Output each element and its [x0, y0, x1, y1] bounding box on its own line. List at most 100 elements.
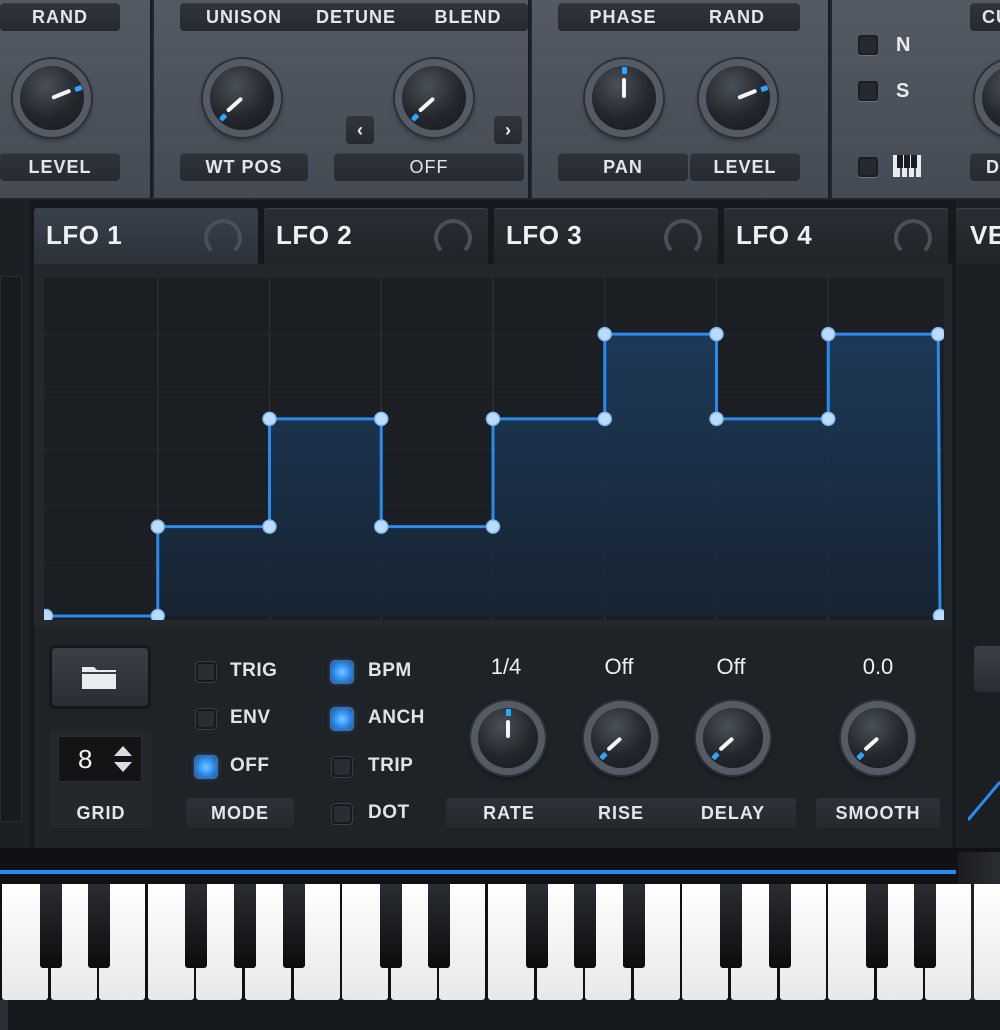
rise-knob[interactable] — [591, 708, 651, 768]
lfo-point[interactable] — [262, 519, 277, 534]
black-key[interactable] — [234, 884, 256, 968]
left-edge-panel — [0, 200, 30, 1030]
lfo-point[interactable] — [150, 608, 165, 624]
piano-keys-icon — [892, 154, 922, 178]
black-key[interactable] — [720, 884, 742, 968]
tab-lfo-2[interactable]: LFO 2 — [264, 208, 488, 264]
dot-checkbox[interactable] — [332, 804, 352, 824]
black-key[interactable] — [282, 884, 305, 968]
osc-phase-panel: PHASE RAND PAN LEVEL — [532, 0, 830, 198]
dot-label: DOT — [368, 802, 410, 823]
black-key[interactable] — [525, 884, 548, 968]
rise-value: Off — [604, 654, 634, 679]
lfo-point[interactable] — [262, 411, 277, 427]
smooth-label: SMOOTH — [816, 798, 940, 828]
env-label: ENV — [230, 707, 271, 728]
white-key[interactable] — [974, 884, 1000, 1000]
d-label: D — [970, 153, 1000, 181]
rise-label: RISE — [597, 803, 644, 823]
mode-label: MODE — [186, 798, 294, 828]
right-knob[interactable] — [982, 66, 1000, 130]
tab-lfo-3[interactable]: LFO 3 — [494, 208, 718, 264]
level-knob[interactable] — [20, 66, 84, 130]
black-key[interactable] — [428, 884, 451, 968]
pan-label: PAN — [558, 153, 688, 181]
cu-label: CU — [970, 3, 1000, 31]
trig-label: TRIG — [230, 660, 278, 681]
wt-pos-label: WT POS — [180, 153, 308, 181]
tab-lfo-1[interactable]: LFO 1 — [34, 208, 258, 264]
trip-checkbox[interactable] — [332, 757, 352, 777]
lfo-point[interactable] — [374, 411, 389, 427]
lfo-graph[interactable] — [38, 278, 948, 624]
trig-checkbox[interactable] — [196, 662, 216, 682]
black-key[interactable] — [39, 884, 62, 968]
lfo-4-activity-icon — [894, 219, 932, 257]
black-key[interactable] — [379, 884, 402, 968]
lfo-point[interactable] — [821, 411, 836, 427]
unison-label: UNISON — [205, 7, 282, 27]
keyboard-range-bar — [0, 870, 956, 874]
black-key[interactable] — [914, 884, 937, 968]
lfo-point[interactable] — [374, 519, 389, 534]
grid-up-icon[interactable] — [114, 746, 132, 756]
wt-pos-knob[interactable] — [210, 66, 274, 130]
lfo-1-activity-icon — [204, 219, 242, 257]
black-key[interactable] — [865, 884, 888, 968]
level-label: LEVEL — [0, 153, 120, 181]
lfo-3-activity-icon — [664, 219, 702, 257]
black-key[interactable] — [622, 884, 645, 968]
warp-prev-button[interactable]: ‹ — [346, 116, 374, 144]
tab-lfo-4-label: LFO 4 — [736, 220, 813, 250]
off-checkbox[interactable] — [196, 757, 216, 777]
osc-right-panel: N S CU D — [832, 0, 1000, 198]
lfo-point[interactable] — [597, 326, 612, 342]
rate-label: RATE — [483, 803, 535, 823]
lfo-point[interactable] — [709, 411, 724, 427]
level2-knob[interactable] — [706, 66, 770, 130]
off-label: OFF — [230, 755, 270, 776]
lfo-controls: 8 GRID TRIG ENV OFF MODE BPM ANCH TRIP D… — [34, 626, 952, 848]
n-label: N — [896, 34, 911, 56]
lfo-point[interactable] — [485, 411, 501, 427]
black-key[interactable] — [185, 884, 208, 968]
black-key[interactable] — [768, 884, 791, 968]
keytrack-checkbox[interactable] — [858, 157, 878, 177]
black-key[interactable] — [88, 884, 111, 968]
lfo-point[interactable] — [150, 519, 165, 534]
bpm-checkbox[interactable] — [332, 662, 352, 682]
grid-stepper[interactable]: 8 — [58, 736, 142, 782]
lfo-shape-editor[interactable] — [38, 278, 948, 624]
oscillator-strip: RAND LEVEL UNISON DETUNE BLEND WT POS ‹ … — [0, 0, 1000, 200]
warp-mode-display[interactable]: OFF — [334, 153, 524, 181]
lfo-point[interactable] — [597, 411, 612, 427]
pan-knob[interactable] — [592, 66, 656, 130]
grid-label: GRID — [76, 803, 126, 823]
lfo-point[interactable] — [930, 326, 946, 342]
rate-knob[interactable] — [478, 708, 538, 768]
anch-checkbox[interactable] — [332, 709, 352, 729]
rate-value: 1/4 — [490, 654, 522, 679]
warp-next-button[interactable]: › — [494, 116, 522, 144]
env-checkbox[interactable] — [196, 709, 216, 729]
tab-lfo-4[interactable]: LFO 4 — [724, 208, 948, 264]
lfo-point[interactable] — [821, 326, 836, 342]
s-checkbox[interactable] — [858, 81, 878, 101]
lfo-point[interactable] — [38, 608, 54, 624]
warp-knob[interactable] — [402, 66, 466, 130]
lfo-point[interactable] — [932, 608, 948, 624]
lfo-point[interactable] — [485, 519, 501, 534]
lfo-point[interactable] — [709, 326, 724, 342]
grid-down-icon[interactable] — [114, 762, 132, 772]
black-key[interactable] — [574, 884, 597, 968]
rand2-label: RAND — [709, 7, 765, 27]
smooth-knob[interactable] — [848, 708, 908, 768]
n-checkbox[interactable] — [858, 35, 878, 55]
tab-velocity-label: VE — [970, 220, 1000, 250]
preset-folder-button[interactable] — [52, 648, 148, 706]
tab-velocity[interactable]: VE — [956, 208, 1000, 264]
phase-label: PHASE — [589, 7, 657, 27]
folder-icon — [80, 663, 118, 696]
delay-knob[interactable] — [703, 708, 763, 768]
s-label: S — [896, 80, 910, 102]
